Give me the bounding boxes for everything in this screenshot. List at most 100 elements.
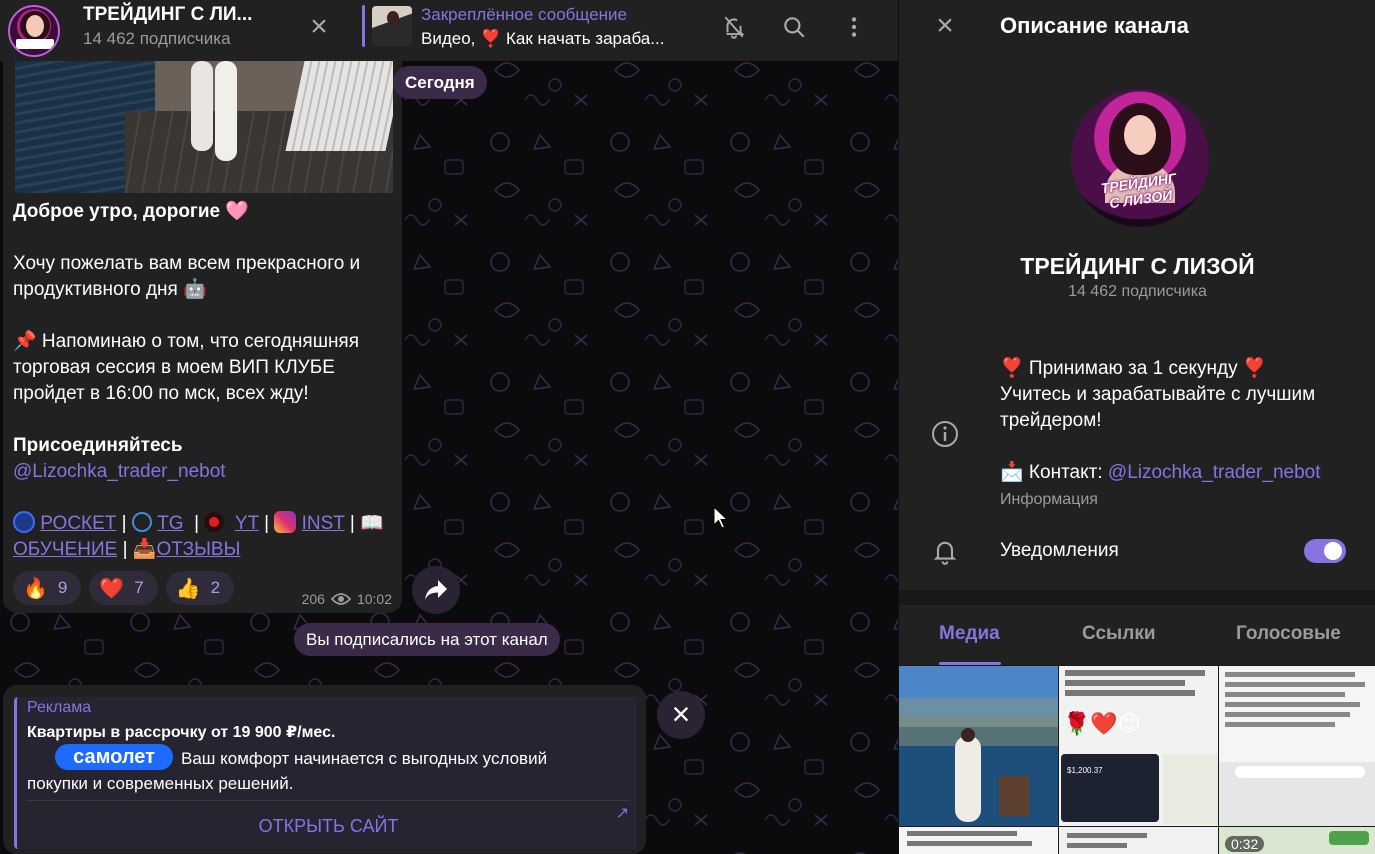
link-reviews[interactable]: ОТЗЫВЫ <box>156 539 240 560</box>
media-item[interactable] <box>899 666 1058 826</box>
channel-name: ТРЕЙДИНГ С ЛИЗОЙ <box>1020 253 1255 279</box>
bell-icon <box>933 541 957 565</box>
channel-subscribers: 14 462 подписчика <box>1068 283 1207 300</box>
pocket-icon <box>13 511 35 533</box>
inbox-icon: 📥 <box>132 539 157 560</box>
service-message: Вы подписались на этот канал <box>294 623 560 656</box>
post-join: Присоединяйтесь <box>13 435 183 456</box>
reaction-count: 7 <box>134 578 144 597</box>
ad-label: Реклама <box>27 699 92 716</box>
channel-avatar[interactable] <box>8 5 60 57</box>
date-pill: Сегодня <box>393 66 487 99</box>
heart-icon: ❤️ <box>99 577 125 600</box>
chat-header: ТРЕЙДИНГ С ЛИ... 14 462 подписчика × Зак… <box>0 0 898 61</box>
reaction-count: 9 <box>57 578 68 597</box>
more-vertical-icon[interactable] <box>839 12 869 42</box>
pinned-label: Закреплённое сообщение <box>421 5 627 24</box>
post-remind-line-2: торговая сессия в моем ВИП КЛУБЕ <box>13 357 335 378</box>
link-separator: | <box>122 539 128 560</box>
pinned-text: Видео, ❣️ Как начать зараба... <box>421 29 665 48</box>
reaction-thumbs-up[interactable]: 👍 2 <box>165 571 235 605</box>
media-tabs: Медиа Ссылки Голосовые <box>899 605 1375 665</box>
view-count: 206 <box>301 591 325 607</box>
pinned-indicator <box>362 5 365 47</box>
info-label: Информация <box>1000 491 1098 508</box>
link-pocket[interactable]: РОСКЕТ <box>40 513 116 534</box>
forward-icon[interactable] <box>412 566 460 614</box>
chat-area: ТРЕЙДИНГ С ЛИ... 14 462 подписчика × Зак… <box>0 0 898 854</box>
contact-prefix: 📩 Контакт: <box>1000 462 1108 483</box>
post-photo[interactable] <box>15 61 393 193</box>
tab-media[interactable]: Медиа <box>939 623 1000 645</box>
close-icon[interactable]: × <box>931 11 959 41</box>
telegram-icon <box>131 512 152 532</box>
post-greeting: Доброе утро, дорогие 🩷 <box>13 201 250 222</box>
media-video[interactable]: 0:32 <box>1219 827 1375 854</box>
reactions: 🔥 9 ❤️ 7 👍 2 <box>13 571 235 605</box>
mouse-cursor-icon <box>713 506 729 529</box>
notifications-label: Уведомления <box>1000 540 1119 561</box>
reaction-fire[interactable]: 🔥 9 <box>13 571 82 605</box>
close-icon[interactable]: × <box>305 12 333 42</box>
ad-divider <box>27 800 630 801</box>
channel-info-panel: × Описание канала ТРЕЙДИНГ С ЛИЗОЙ ТРЕЙД… <box>898 0 1375 854</box>
desc-line-1: ❣️ Принимаю за 1 секунду ❣️ <box>1000 358 1267 379</box>
reaction-heart[interactable]: ❤️ 7 <box>89 571 158 605</box>
channel-title[interactable]: ТРЕЙДИНГ С ЛИ... <box>83 4 252 26</box>
media-item[interactable] <box>1219 666 1375 826</box>
close-ad-button[interactable]: × <box>657 691 705 739</box>
link-separator: | <box>264 513 270 534</box>
media-item[interactable] <box>1059 827 1218 854</box>
desc-line-2: Учитесь и зарабатывайте с лучшим трейдер… <box>1000 384 1316 431</box>
pinned-message[interactable]: Закреплённое сообщение Видео, ❣️ Как нач… <box>362 5 692 55</box>
contact-link[interactable]: @Lizochka_trader_nebot <box>1108 462 1321 483</box>
instagram-icon <box>274 511 297 533</box>
tab-voice[interactable]: Голосовые <box>1236 623 1341 645</box>
link-yt[interactable]: YT <box>235 513 259 534</box>
tab-links[interactable]: Ссылки <box>1082 623 1156 645</box>
media-item[interactable] <box>899 827 1058 854</box>
search-icon[interactable] <box>779 12 809 42</box>
channel-avatar-large[interactable]: ТРЕЙДИНГ С ЛИЗОЙ <box>1071 89 1209 227</box>
link-learning[interactable]: ОБУЧЕНИЕ <box>13 539 117 560</box>
channel-description: ❣️ Принимаю за 1 секунду ❣️ Учитесь и за… <box>1000 356 1360 486</box>
pinned-thumbnail <box>372 6 412 46</box>
eye-icon <box>330 593 351 605</box>
channel-subscribers: 14 462 подписчика <box>83 29 231 48</box>
ad-title: Квартиры в рассрочку от 19 900 ₽/мес. <box>27 724 336 741</box>
media-grid: 🌹❤️😊 $1,200.37 0:32 <box>899 666 1375 854</box>
bell-off-icon[interactable] <box>719 12 749 42</box>
avatar-logo-text: ТРЕЙДИНГ С ЛИЗОЙ <box>1099 169 1178 212</box>
link-tg[interactable]: TG <box>157 513 183 534</box>
channel-info-card: ТРЕЙДИНГ С ЛИЗОЙ ТРЕЙДИНГ С ЛИЗОЙ 14 462… <box>899 55 1375 590</box>
panel-header: × Описание канала <box>899 0 1375 55</box>
post-text: Доброе утро, дорогие 🩷 Хочу пожелать вам… <box>13 199 398 563</box>
youtube-icon <box>204 512 225 532</box>
link-inst[interactable]: INST <box>302 513 345 534</box>
post-wish-line-2: продуктивного дня 🤖 <box>13 279 207 300</box>
post-remind-line-3: пройдет в 16:00 по мск, всех жду! <box>13 383 309 404</box>
channel-post[interactable]: Доброе утро, дорогие 🩷 Хочу пожелать вам… <box>3 61 402 613</box>
post-mention-link[interactable]: @Lizochka_trader_nebot <box>13 459 398 485</box>
link-separator: | <box>194 513 200 534</box>
post-wish-line-1: Хочу пожелать вам всем прекрасного и <box>13 253 361 274</box>
post-time: 10:02 <box>356 591 392 607</box>
post-meta: 206 10:02 <box>302 591 392 607</box>
info-icon <box>932 421 958 447</box>
fire-icon: 🔥 <box>23 577 48 600</box>
reaction-count: 2 <box>210 578 221 597</box>
active-tab-indicator <box>939 662 1001 665</box>
link-separator: | <box>349 513 355 534</box>
post-remind-line-1: 📌 Напоминаю о том, что сегодняшняя <box>13 331 360 352</box>
external-link-icon: ↗ <box>615 805 629 822</box>
open-site-button[interactable]: ОТКРЫТЬ САЙТ <box>27 809 630 843</box>
video-duration: 0:32 <box>1225 836 1265 852</box>
ad-content: Реклама Квартиры в рассрочку от 19 900 ₽… <box>14 697 637 849</box>
thumbs-up-icon: 👍 <box>175 577 201 600</box>
sponsored-message[interactable]: Реклама Квартиры в рассрочку от 19 900 ₽… <box>3 685 646 854</box>
media-item[interactable]: 🌹❤️😊 $1,200.37 <box>1059 666 1218 826</box>
panel-title: Описание канала <box>1000 13 1189 38</box>
notifications-toggle[interactable] <box>1304 539 1346 563</box>
book-icon: 📖 <box>360 513 384 534</box>
ad-logo: самолет <box>55 744 173 770</box>
